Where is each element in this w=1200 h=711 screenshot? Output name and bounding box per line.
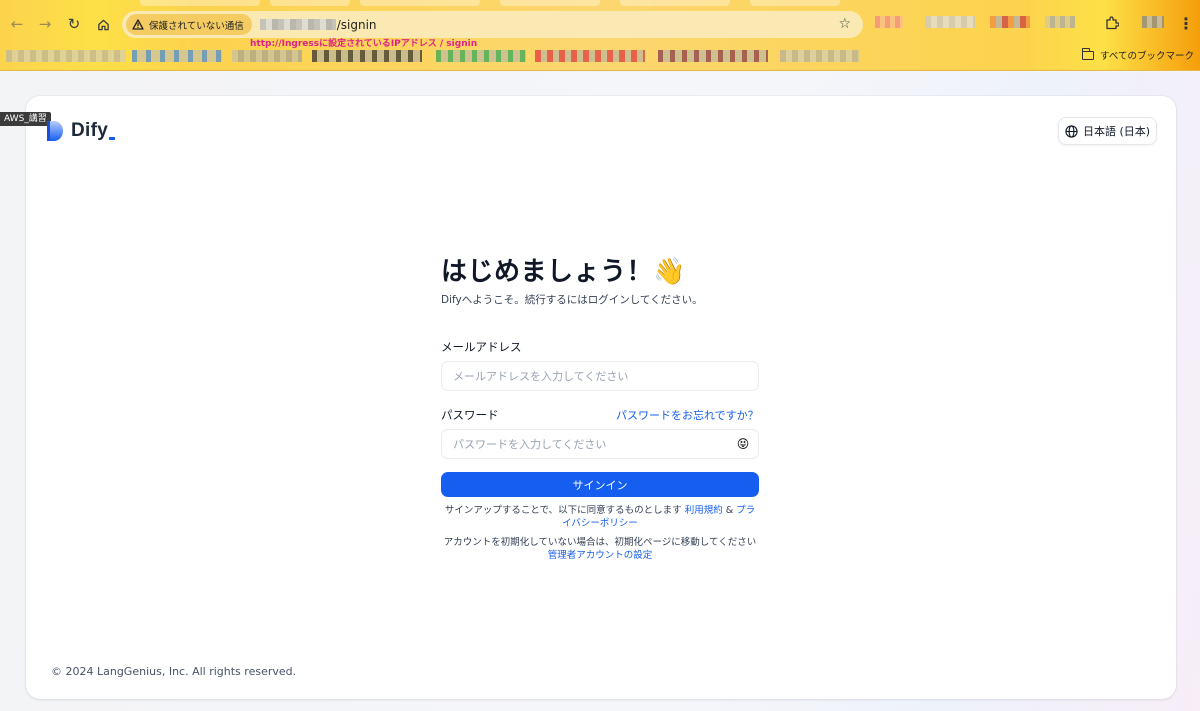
tab-placeholder[interactable] <box>500 0 600 6</box>
language-label: 日本語 (日本) <box>1082 125 1151 138</box>
terms-notice: サインアップすることで、以下に同意するものとします 利用規約 & プライバシーポ… <box>441 504 759 530</box>
bookmark-item[interactable] <box>232 50 302 62</box>
admin-prefix: アカウントを初期化していない場合は、初期化ページに移動してください <box>443 537 757 548</box>
all-bookmarks[interactable]: すべてのブックマーク <box>1081 47 1194 62</box>
folder-icon <box>1081 47 1094 60</box>
address-bar[interactable]: 保護されていない通信 /signin ☆ <box>122 11 863 38</box>
tab-placeholder[interactable] <box>140 0 260 6</box>
bookmark-item[interactable] <box>658 50 768 62</box>
bookmark-item[interactable] <box>6 50 126 62</box>
all-bookmarks-label: すべてのブックマーク <box>1100 51 1194 62</box>
forward-icon[interactable]: → <box>34 13 56 35</box>
extension-icon[interactable] <box>990 16 1030 28</box>
bookmark-item[interactable] <box>780 50 860 62</box>
extension-icon[interactable] <box>1045 16 1075 28</box>
terms-amp: & <box>722 505 737 516</box>
signin-card <box>26 96 1176 699</box>
browser-chrome: ← → ↻ 保護されていない通信 /signin ☆ http://Ingres… <box>0 0 1200 71</box>
heading-text: はじめましょう！ <box>441 257 654 287</box>
tab-placeholder[interactable] <box>360 0 480 6</box>
page-title: はじめましょう！👋 <box>441 251 686 288</box>
language-selector[interactable]: 日本語 (日本) <box>1058 117 1157 145</box>
password-field[interactable] <box>441 429 759 459</box>
waving-hand-icon: 👋 <box>653 257 686 287</box>
extension-icon[interactable] <box>925 16 975 28</box>
dify-logo-icon <box>45 120 65 142</box>
email-label: メールアドレス <box>441 340 522 354</box>
warning-icon <box>132 19 144 30</box>
url-annotation: http://Ingressに設定されているIPアドレス / signin <box>250 39 478 49</box>
signin-button[interactable]: サインイン <box>441 472 759 497</box>
url-host-redacted <box>259 19 336 30</box>
footer-copyright: © 2024 LangGenius, Inc. All rights reser… <box>51 665 297 678</box>
bookmark-item[interactable] <box>436 50 526 62</box>
dify-logo[interactable]: Dify <box>45 120 116 142</box>
logo-text: Dify <box>71 120 109 141</box>
forgot-password-link[interactable]: パスワードをお忘れですか？ <box>616 407 759 423</box>
home-icon[interactable] <box>92 13 114 35</box>
page-subtitle: Difyへようこそ。続行するにはログインしてください。 <box>441 294 703 306</box>
security-warning-chip[interactable]: 保護されていない通信 <box>126 14 252 35</box>
browser-menu-icon[interactable]: ⋮ <box>1178 14 1194 33</box>
back-icon[interactable]: ← <box>6 13 28 35</box>
bookmark-star-icon[interactable]: ☆ <box>838 16 851 32</box>
tab-placeholder[interactable] <box>750 0 840 6</box>
password-visibility-toggle-icon[interactable]: 😝 <box>734 436 752 452</box>
extensions-puzzle-icon[interactable] <box>1105 16 1120 34</box>
tab-placeholder[interactable] <box>620 0 730 6</box>
bookmark-item[interactable] <box>535 50 645 62</box>
admin-setup-link[interactable]: 管理者アカウントの設定 <box>548 550 653 561</box>
email-field[interactable] <box>441 361 759 391</box>
terms-link[interactable]: 利用規約 <box>685 505 723 516</box>
admin-setup-notice: アカウントを初期化していない場合は、初期化ページに移動してください 管理者アカウ… <box>441 536 759 562</box>
security-chip-label: 保護されていない通信 <box>149 20 244 32</box>
reload-icon[interactable]: ↻ <box>63 13 85 35</box>
bookmark-item[interactable] <box>132 50 222 62</box>
bookmark-item[interactable] <box>312 50 422 62</box>
logo-accent <box>109 136 116 140</box>
profile-tag: AWS_講習 <box>0 112 51 126</box>
url-path: /signin <box>336 17 377 32</box>
tab-placeholder[interactable] <box>270 0 350 6</box>
terms-prefix: サインアップすることで、以下に同意するものとします <box>444 505 685 516</box>
profile-avatar[interactable] <box>1142 16 1164 28</box>
extension-icon[interactable] <box>875 16 903 28</box>
password-label: パスワード <box>441 408 499 422</box>
globe-icon <box>1065 124 1078 138</box>
